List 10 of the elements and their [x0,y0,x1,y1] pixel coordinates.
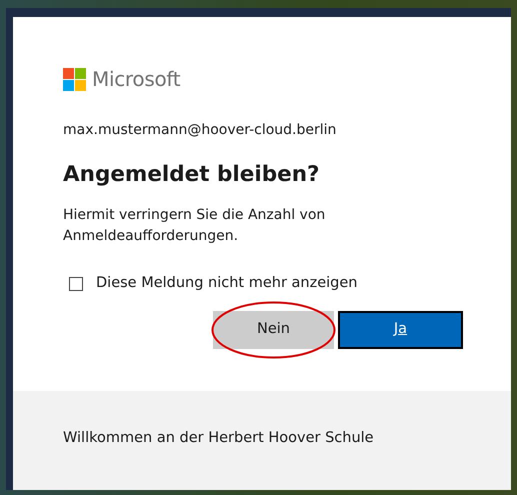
yes-button[interactable]: Ja [338,311,463,349]
footer-text: Willkommen an der Herbert Hoover Schule [63,430,374,446]
dialog-title: Angemeldet bleiben? [63,161,320,189]
account-email: max.mustermann@hoover-cloud.berlin [63,121,338,140]
checkbox-label[interactable]: Diese Meldung nicht mehr anzeigen [96,273,358,295]
checkbox[interactable] [69,277,83,292]
no-button[interactable]: Nein [213,311,334,349]
description-text: Hiermit verringern Sie die Anzahl von Anmeldeaufforderungen. [63,206,326,246]
logo-icon [63,68,86,90]
logo-text: Microsoft [92,66,180,93]
